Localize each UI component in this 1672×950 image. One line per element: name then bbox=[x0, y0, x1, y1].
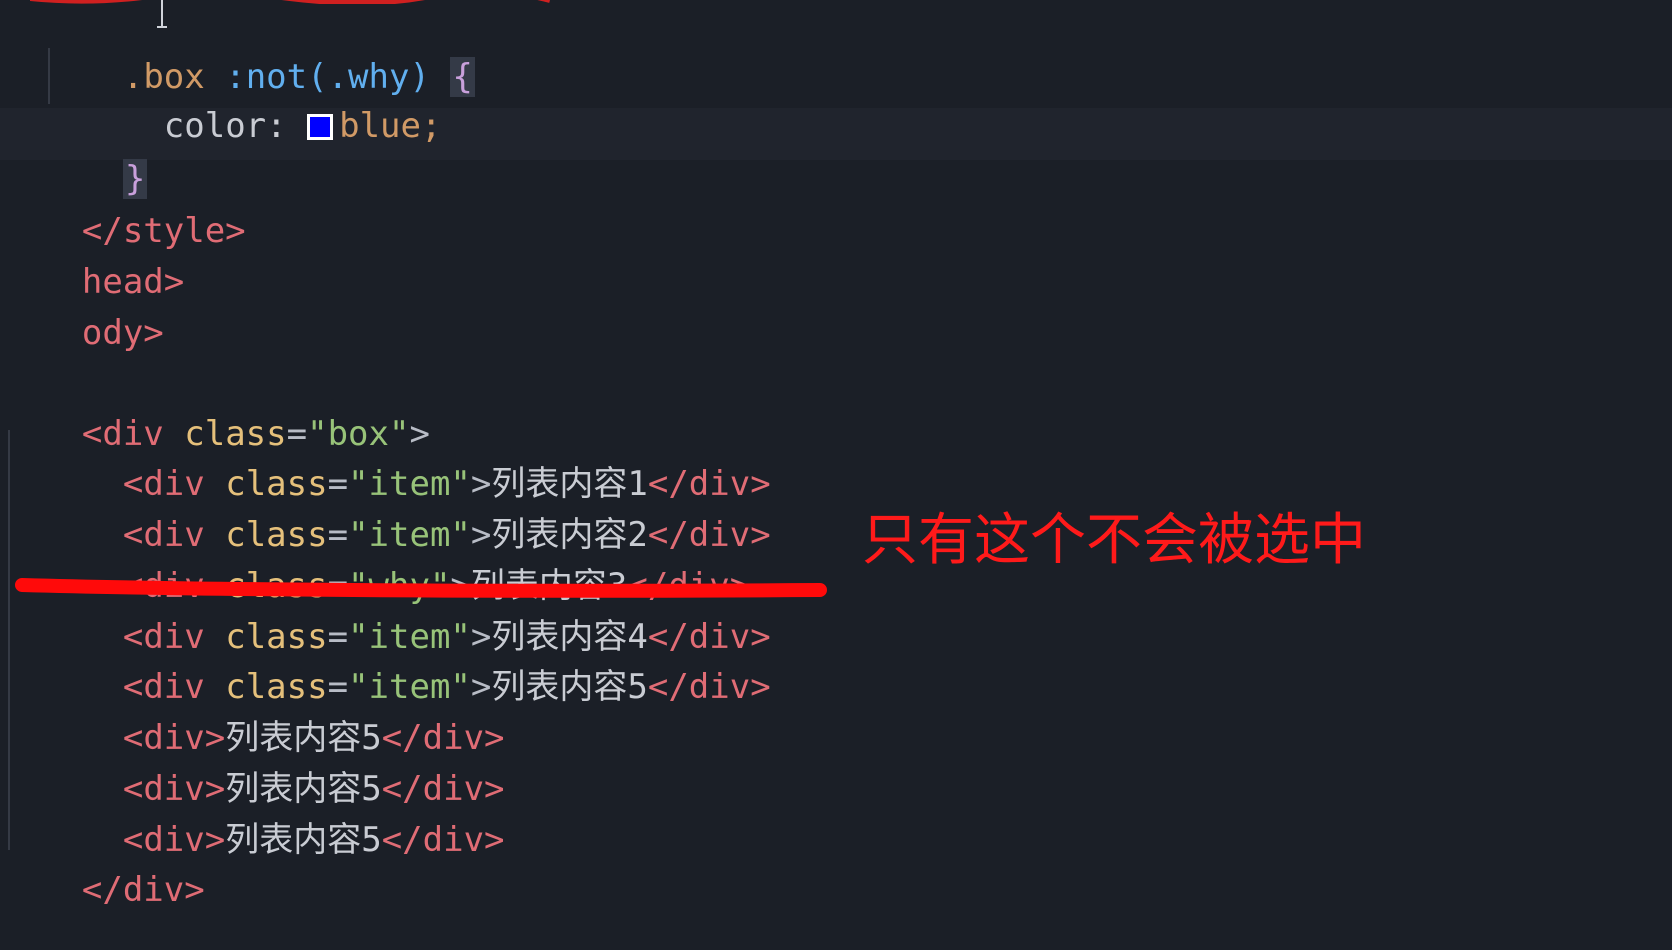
red-underline-mark bbox=[15, 578, 827, 598]
annotation-note: 只有这个不会被选中 bbox=[862, 508, 1366, 573]
code-editor[interactable]: .box :not(.why) { color: blue; } </style… bbox=[0, 0, 1672, 950]
